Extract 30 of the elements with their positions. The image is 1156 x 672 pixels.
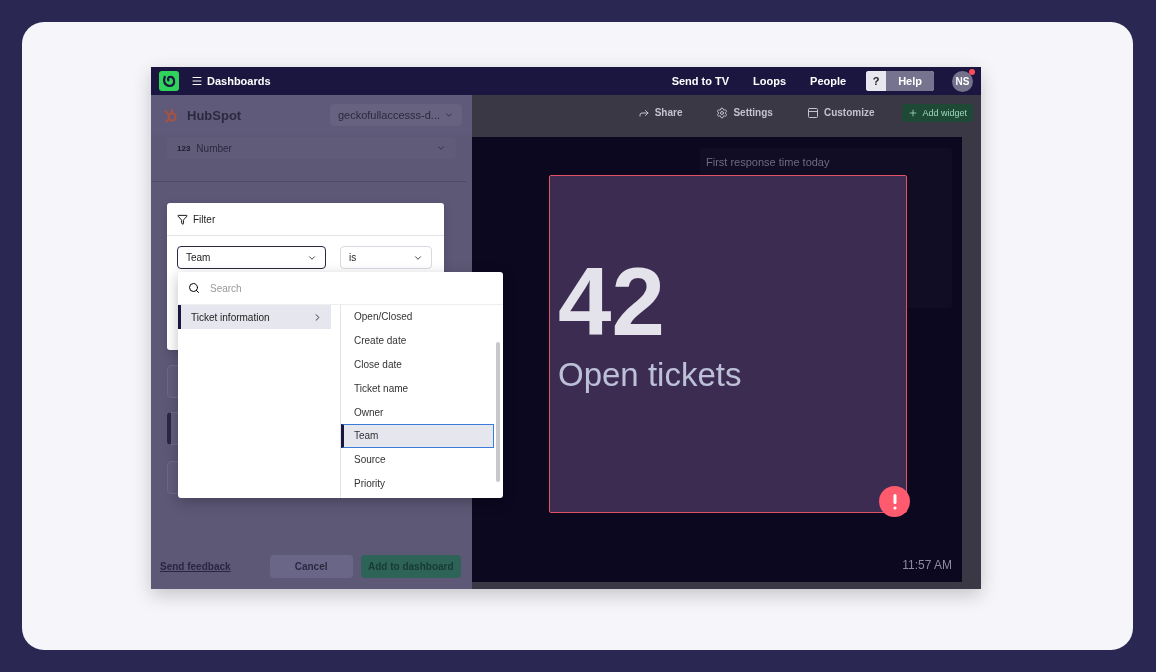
widget-title: First response time today [706,156,831,168]
filter-title: Filter [193,213,216,225]
toolbar-button[interactable]: Customize [800,105,881,120]
nav-link[interactable]: Loops [745,75,795,87]
nav-link[interactable]: People [802,75,855,87]
panel-icon [806,106,819,119]
menu-icon [191,75,203,87]
chevron-down-icon [444,110,454,120]
source-name: HubSpot [187,107,243,123]
user-avatar[interactable]: NS [952,70,973,92]
help-button[interactable]: ? Help [866,71,934,91]
category-item[interactable]: Ticket information [178,305,331,329]
chevron-down-icon [436,143,446,153]
toolbar-button[interactable]: Share [631,105,689,120]
operator-select[interactable]: is [340,246,432,269]
metric-value: 42 [558,254,666,350]
nav-link[interactable]: Send to TV [663,75,738,87]
toolbar-button[interactable]: Settings [710,105,779,120]
metric-label: Open tickets [558,356,743,394]
logo-icon [159,71,179,91]
add-widget-button[interactable]: Add widget [902,103,973,122]
field-select[interactable]: Team [177,246,326,269]
clock-text: 11:57 AM [902,558,952,572]
option-item[interactable]: Team [341,424,494,448]
scrollbar-thumb[interactable] [496,342,500,482]
search-icon [188,282,200,294]
filter-icon [177,213,188,225]
settings-icon [716,106,729,119]
dashboards-menu[interactable]: Dashboards [187,75,275,87]
plus-icon [908,107,919,118]
